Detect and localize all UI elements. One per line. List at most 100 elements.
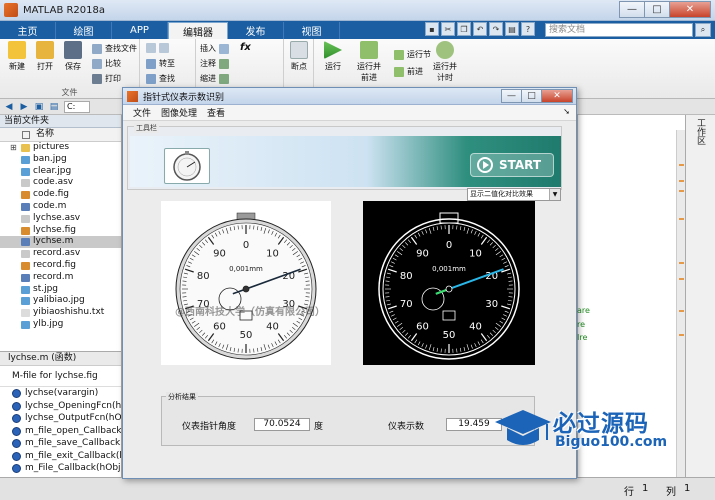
- save-quick-icon[interactable]: ▪: [425, 22, 439, 36]
- current-folder-header: 当前文件夹: [0, 115, 121, 128]
- switch-window-icon[interactable]: ▤: [505, 22, 519, 36]
- original-gauge-graphic: 10203040506070809000,001mm: [175, 212, 317, 360]
- function-item[interactable]: lychse_OpeningFcn(hObj: [0, 400, 121, 413]
- compare-button[interactable]: 比较: [92, 58, 121, 69]
- fig-file-icon: [21, 261, 30, 270]
- reading-label: 仪表示数: [388, 422, 425, 432]
- file-item[interactable]: record.asv: [0, 248, 121, 260]
- file-item[interactable]: code.fig: [0, 189, 121, 201]
- breakpoint-button[interactable]: 断点: [286, 41, 312, 72]
- find-files-button[interactable]: 查找文件: [92, 43, 137, 54]
- dial-number: 10: [266, 249, 279, 260]
- start-button[interactable]: START: [470, 153, 554, 177]
- maximize-button[interactable]: □: [644, 1, 670, 18]
- run-button[interactable]: 运行: [320, 41, 346, 72]
- fig-file-icon: [21, 191, 30, 200]
- file-item[interactable]: clear.jpg: [0, 166, 121, 178]
- search-icon[interactable]: ⌕: [695, 23, 711, 37]
- file-name: record.m: [33, 271, 74, 282]
- file-item[interactable]: ban.jpg: [0, 154, 121, 166]
- open-button[interactable]: 打开: [32, 41, 58, 72]
- file-item[interactable]: record.fig: [0, 260, 121, 272]
- expand-icon[interactable]: ⊞: [10, 142, 17, 154]
- start-label: START: [499, 158, 542, 172]
- run-section-button[interactable]: 运行节: [394, 49, 431, 60]
- gui-close-button[interactable]: ✕: [541, 89, 573, 103]
- tab-plots[interactable]: 绘图: [56, 22, 112, 39]
- function-item[interactable]: m_file_save_Callback(hO: [0, 437, 121, 450]
- file-item[interactable]: st.jpg: [0, 284, 121, 296]
- insert-button[interactable]: 插入: [200, 43, 232, 54]
- function-item[interactable]: lychse(varargin): [0, 387, 121, 400]
- display-mode-select[interactable]: 显示二值化对比效果 ▼: [467, 188, 561, 201]
- search-input[interactable]: 搜索文档: [545, 23, 693, 37]
- menu-file[interactable]: 文件: [133, 106, 151, 119]
- file-name: st.jpg: [33, 283, 59, 294]
- breakpoint-icon: [290, 41, 308, 59]
- print-button[interactable]: 打印: [92, 73, 121, 84]
- function-item[interactable]: lychse_OutputFcn(hObje: [0, 412, 121, 425]
- menu-image-processing[interactable]: 图像处理: [161, 106, 197, 119]
- tab-apps[interactable]: APP: [112, 22, 168, 39]
- file-item[interactable]: code.asv: [0, 177, 121, 189]
- copy-quick-icon[interactable]: ❐: [457, 22, 471, 36]
- name-column-header[interactable]: 名称: [0, 128, 121, 142]
- file-item[interactable]: lychse.asv: [0, 213, 121, 225]
- function-item[interactable]: m_file_open_Callback(hO: [0, 425, 121, 438]
- run-time-button[interactable]: 运行并 计时: [430, 41, 460, 83]
- tab-home[interactable]: 主页: [0, 22, 56, 39]
- function-name: m_file_open_Callback(hO: [25, 425, 121, 436]
- back-icon[interactable]: ◀: [3, 101, 15, 113]
- file-item[interactable]: ⊞ pictures: [0, 142, 121, 154]
- new-button[interactable]: 新建: [4, 41, 30, 72]
- indent-button[interactable]: 缩进: [200, 73, 232, 84]
- minimize-button[interactable]: —: [619, 1, 645, 18]
- tab-publish[interactable]: 发布: [228, 22, 284, 39]
- find-button[interactable]: 查找: [146, 73, 175, 84]
- comment-button[interactable]: 注释: [200, 58, 232, 69]
- browse-folder-icon[interactable]: ▤: [48, 101, 60, 113]
- file-item[interactable]: yalibiao.jpg: [0, 295, 121, 307]
- goto-button[interactable]: 转至: [146, 58, 175, 69]
- brand-name: 必过源码: [553, 411, 649, 437]
- gui-maximize-button[interactable]: □: [521, 89, 542, 103]
- redo-quick-icon[interactable]: ↷: [489, 22, 503, 36]
- menu-overflow-icon[interactable]: ➘: [563, 107, 570, 116]
- run-advance-button[interactable]: 运行并 前进: [352, 41, 386, 83]
- tab-view[interactable]: 视图: [284, 22, 340, 39]
- close-button[interactable]: ✕: [669, 1, 711, 18]
- file-name: yalibiao.jpg: [33, 295, 85, 306]
- forward-icon[interactable]: ▶: [18, 101, 30, 113]
- function-item[interactable]: m_file_exit_Callback(hOb: [0, 450, 121, 463]
- cut-quick-icon[interactable]: ✂: [441, 22, 455, 36]
- m-file-icon: [21, 273, 30, 282]
- menu-view[interactable]: 查看: [207, 106, 225, 119]
- file-item[interactable]: yibiaoshishu.txt: [0, 307, 121, 319]
- folder-up-icon[interactable]: ▣: [33, 101, 45, 113]
- binarized-gauge-graphic: 10203040506070809000,001mm: [378, 212, 520, 360]
- run-time-label: 运行并 计时: [433, 62, 457, 82]
- workspace-label[interactable]: 工作区: [694, 118, 707, 145]
- chevron-down-icon[interactable]: ▼: [549, 189, 560, 200]
- gauge-thumbnail-button[interactable]: [164, 148, 210, 184]
- file-item[interactable]: ylb.jpg: [0, 319, 121, 331]
- undo-quick-icon[interactable]: ↶: [473, 22, 487, 36]
- function-item[interactable]: m_File_Callback(hObject,: [0, 462, 121, 475]
- advance-button[interactable]: 前进: [394, 66, 423, 77]
- binarized-gauge-image: 10 20 30 40 50 60 70 80 90 0 0,001mm: [363, 201, 535, 365]
- function-icon: [12, 451, 21, 461]
- path-input[interactable]: C:: [64, 100, 90, 113]
- file-item[interactable]: record.m: [0, 272, 121, 284]
- navigate-back-button[interactable]: [146, 43, 172, 53]
- file-name: code.fig: [33, 189, 69, 200]
- file-item[interactable]: lychse.fig: [0, 225, 121, 237]
- file-item[interactable]: code.m: [0, 201, 121, 213]
- fx-icon[interactable]: fx: [240, 42, 251, 53]
- play-circle-icon: [477, 157, 493, 173]
- file-item[interactable]: lychse.m: [0, 236, 121, 249]
- gui-minimize-button[interactable]: —: [501, 89, 522, 103]
- help-quick-icon[interactable]: ?: [521, 22, 535, 36]
- save-button[interactable]: 保存: [60, 41, 86, 72]
- tab-editor[interactable]: 编辑器: [168, 22, 228, 39]
- select-all-checkbox[interactable]: [22, 131, 30, 139]
